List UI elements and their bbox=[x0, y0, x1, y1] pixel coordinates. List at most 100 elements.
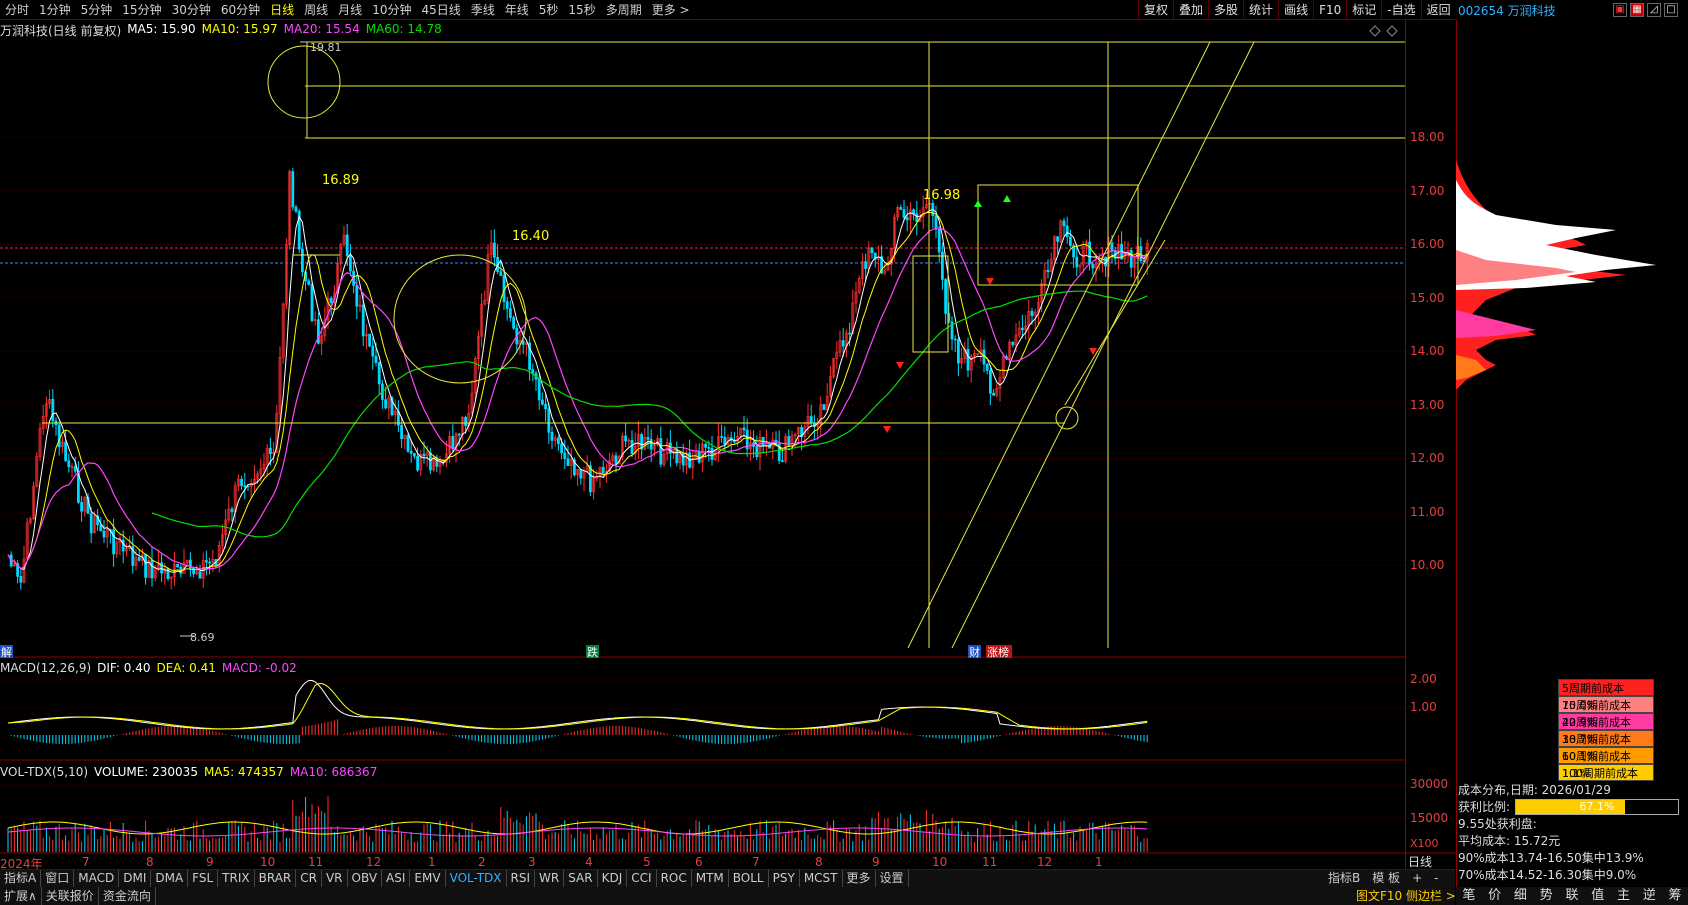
candle-body bbox=[73, 466, 77, 472]
buy-signal-arrow bbox=[896, 362, 904, 369]
candle-body bbox=[80, 502, 84, 512]
candle-body bbox=[870, 247, 874, 254]
candle-body bbox=[985, 363, 989, 371]
date-tick: 1 bbox=[1095, 855, 1103, 869]
macd-value: MACD: -0.02 bbox=[221, 661, 297, 675]
indicator-tab[interactable]: VOL-TDX bbox=[446, 870, 507, 887]
kline-chart[interactable]: 19.81 16.89 16.40 16.98 8.69 跌 财涨榜 解 bbox=[0, 0, 1456, 870]
candle-body bbox=[345, 234, 349, 257]
draw-line bbox=[907, 41, 1211, 649]
sidebar-tab[interactable]: 价 bbox=[1488, 887, 1501, 905]
macd-tick: 2.00 bbox=[1410, 672, 1437, 686]
indicator-tab[interactable]: SAR bbox=[564, 870, 598, 887]
candle-body bbox=[412, 453, 416, 457]
draw-circle bbox=[267, 45, 341, 119]
candle-body bbox=[723, 437, 727, 445]
chip-distribution-chart bbox=[1456, 160, 1656, 390]
cost-legend: 5周期前成本75.0%10周期前成本42.9%20周期前成本18.7%30周期前… bbox=[1558, 679, 1654, 797]
indicator-tab[interactable]: 设置 bbox=[876, 870, 909, 887]
candle-body bbox=[742, 427, 746, 431]
candle-body bbox=[457, 433, 461, 436]
candle-body bbox=[1075, 256, 1079, 268]
indicator-tab[interactable]: BOLL bbox=[729, 870, 769, 887]
sell-signal-arrow bbox=[974, 200, 982, 207]
indicator-tab[interactable]: ROC bbox=[657, 870, 692, 887]
stock-code-label[interactable]: 002654 万润科技 bbox=[1458, 2, 1556, 19]
candle-body bbox=[992, 392, 996, 396]
restore-icon[interactable]: ▣ bbox=[1613, 3, 1627, 17]
candle-body bbox=[416, 455, 420, 471]
sidebar-tab[interactable]: 笔 bbox=[1462, 887, 1475, 905]
sidebar-tab[interactable]: 细 bbox=[1514, 887, 1527, 905]
diamond-icon bbox=[1369, 25, 1381, 37]
indicator-tab[interactable]: MACD bbox=[74, 870, 120, 887]
indicator-tab[interactable]: VR bbox=[322, 870, 348, 887]
indicator-tab[interactable]: DMA bbox=[151, 870, 189, 887]
price-tick: 13.00 bbox=[1410, 398, 1445, 412]
indicator-tab[interactable]: MCST bbox=[800, 870, 843, 887]
sidebar-tab[interactable]: 势 bbox=[1540, 887, 1553, 905]
candle-body bbox=[310, 284, 314, 322]
vol-title: VOL-TDX(5,10) bbox=[0, 765, 89, 779]
indicator-tab[interactable]: 指标A bbox=[0, 870, 42, 887]
ma-legend: 万润科技(日线 前复权) MA5: 15.90 MA10: 15.97 MA20… bbox=[0, 22, 442, 39]
candle-body bbox=[348, 255, 352, 272]
indicator-tab-right[interactable]: - bbox=[1428, 870, 1444, 887]
bottom-tab[interactable]: 扩展∧ bbox=[0, 887, 42, 905]
cost-date: 成本分布,日期: 2026/01/29 bbox=[1458, 783, 1611, 797]
indicator-tab-right[interactable]: + bbox=[1406, 870, 1428, 887]
vol-ma10-value: MA10: 686367 bbox=[289, 765, 378, 779]
date-tick: 7 bbox=[752, 855, 760, 869]
indicator-tab[interactable]: KDJ bbox=[598, 870, 628, 887]
volume-value: VOLUME: 230035 bbox=[94, 765, 198, 779]
date-tick: 1 bbox=[428, 855, 436, 869]
indicator-tab[interactable]: MTM bbox=[692, 870, 729, 887]
candle-body bbox=[422, 453, 426, 457]
indicator-tab[interactable]: ASI bbox=[382, 870, 411, 887]
indicator-tab[interactable]: 更多 bbox=[843, 870, 876, 887]
close-icon[interactable]: □ bbox=[1664, 3, 1678, 17]
candle-body bbox=[1020, 327, 1024, 331]
price-tick: 18.00 bbox=[1410, 130, 1445, 144]
candle-body bbox=[912, 209, 916, 214]
bottom-tab[interactable]: 关联报价 bbox=[42, 887, 99, 905]
indicator-tab[interactable]: RSI bbox=[507, 870, 536, 887]
candle-body bbox=[848, 332, 852, 335]
candle-body bbox=[1129, 250, 1133, 268]
candle-body bbox=[51, 399, 55, 422]
ma5-line bbox=[7, 208, 1148, 573]
layout-icon[interactable]: ▦ bbox=[1630, 3, 1644, 17]
indicator-tab[interactable]: FSL bbox=[188, 870, 219, 887]
indicator-tab[interactable]: 窗口 bbox=[41, 870, 75, 887]
sidebar-tab[interactable]: 筹 bbox=[1669, 887, 1682, 905]
sidebar-tab[interactable]: 联 bbox=[1565, 887, 1578, 905]
sidebar-toggle[interactable]: 图文F10 侧边栏 > bbox=[1356, 887, 1456, 905]
indicator-tab[interactable]: CR bbox=[296, 870, 322, 887]
indicator-tab-right[interactable]: 模 板 bbox=[1366, 870, 1406, 887]
sell-signal-arrow bbox=[1003, 195, 1011, 202]
cost-legend-item: 20周期前成本18.7% bbox=[1558, 713, 1654, 746]
candle-body bbox=[624, 435, 628, 442]
indicator-tab[interactable]: BRAR bbox=[255, 870, 297, 887]
expand-icon[interactable]: ◿ bbox=[1647, 3, 1661, 17]
bottom-tab[interactable]: 资金流向 bbox=[99, 887, 156, 905]
indicator-tab[interactable]: DMI bbox=[119, 870, 152, 887]
indicator-tab[interactable]: EMV bbox=[410, 870, 446, 887]
vol-tick: 15000 bbox=[1410, 811, 1449, 825]
date-tick: 3 bbox=[528, 855, 536, 869]
candle-body bbox=[579, 469, 583, 479]
candle-body bbox=[205, 560, 208, 563]
indicator-tab[interactable]: TRIX bbox=[218, 870, 255, 887]
date-tick: 9 bbox=[872, 855, 880, 869]
date-tick: 11 bbox=[308, 855, 324, 869]
indicator-tab[interactable]: CCI bbox=[627, 870, 657, 887]
sidebar-tab[interactable]: 逆 bbox=[1643, 887, 1656, 905]
candle-body bbox=[112, 529, 116, 555]
indicator-tab[interactable]: WR bbox=[535, 870, 565, 887]
draw-line bbox=[951, 41, 1255, 649]
indicator-tab[interactable]: PSY bbox=[769, 870, 800, 887]
indicator-tab-right[interactable]: 指标B bbox=[1322, 870, 1366, 887]
sidebar-tab[interactable]: 值 bbox=[1591, 887, 1604, 905]
sidebar-tab[interactable]: 主 bbox=[1617, 887, 1630, 905]
indicator-tab[interactable]: OBV bbox=[348, 870, 383, 887]
